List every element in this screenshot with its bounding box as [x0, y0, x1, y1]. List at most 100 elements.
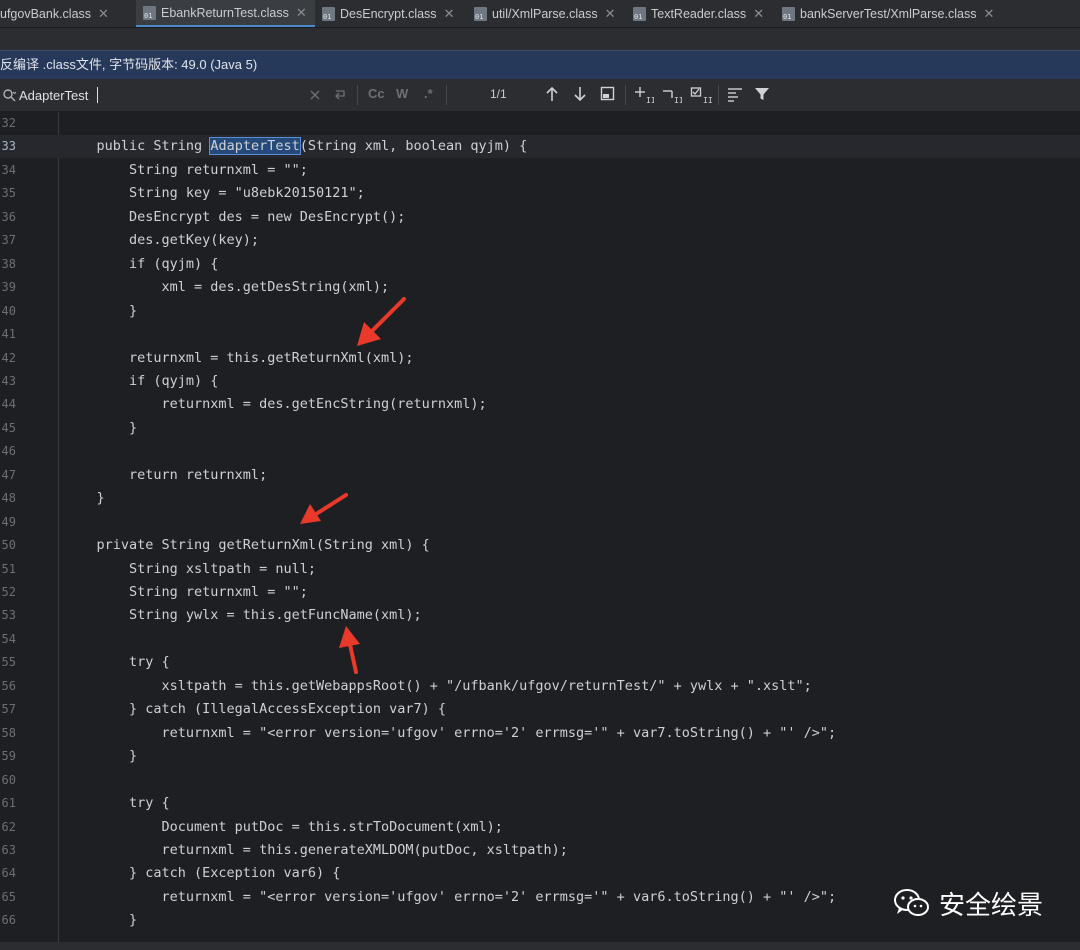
code-line[interactable]: 40 }	[0, 300, 1080, 323]
tab-label: bankServerTest/XmlParse.class	[800, 6, 977, 21]
code-line[interactable]: 52 String returnxml = "";	[0, 581, 1080, 604]
code-editor[interactable]: 32 33 public String AdapterTest(String xm…	[0, 112, 1080, 942]
tab-ebankreturntest[interactable]: 01 EbankReturnTest.class ✕	[136, 0, 315, 27]
tab-textreader[interactable]: 01 TextReader.class ✕	[633, 0, 764, 27]
close-tab-icon[interactable]: ✕	[296, 5, 307, 21]
code-line[interactable]: 32	[0, 112, 1080, 135]
line-number: 40	[1, 303, 16, 318]
next-occurrence-icon[interactable]	[574, 86, 586, 102]
code-text: returnxml = this.generateXMLDOM(putDoc, …	[64, 841, 568, 858]
code-line[interactable]: 37 des.getKey(key);	[0, 229, 1080, 252]
code-text: String returnxml = "";	[64, 161, 308, 178]
code-line[interactable]: 60	[0, 769, 1080, 792]
code-line[interactable]: 38 if (qyjm) {	[0, 253, 1080, 276]
select-all-matches-icon[interactable]: II	[690, 86, 712, 104]
code-text: try {	[64, 795, 170, 812]
code-line[interactable]: 47 return returnxml;	[0, 464, 1080, 487]
code-line[interactable]: 33 public String AdapterTest(String xml,…	[0, 135, 1080, 159]
tab-label: ufgovBank.class	[0, 6, 92, 21]
close-tab-icon[interactable]: ✕	[98, 6, 109, 22]
code-line[interactable]: 64 } catch (Exception var6) {	[0, 862, 1080, 885]
tab-ufgovbank[interactable]: ufgovBank.class ✕	[0, 0, 109, 27]
code-line[interactable]: 35 String key = "u8ebk20150121";	[0, 182, 1080, 205]
toolbar-divider	[446, 85, 447, 105]
code-line[interactable]: 41	[0, 323, 1080, 346]
line-number: 36	[1, 209, 16, 224]
previous-occurrence-icon[interactable]	[546, 86, 558, 102]
line-number: 49	[1, 514, 16, 529]
code-line[interactable]: 44 returnxml = des.getEncString(returnxm…	[0, 393, 1080, 416]
code-line[interactable]: 43 if (qyjm) {	[0, 370, 1080, 393]
line-number: 48	[1, 491, 16, 506]
code-line[interactable]: 56 xsltpath = this.getWebappsRoot() + "/…	[0, 675, 1080, 698]
whole-words-button[interactable]: W	[396, 86, 408, 101]
code-line[interactable]: 61 try {	[0, 792, 1080, 815]
tab-label: EbankReturnTest.class	[161, 5, 289, 20]
code-line[interactable]: 58 returnxml = "<error version='ufgov' e…	[0, 722, 1080, 745]
match-case-button[interactable]: Cc	[368, 86, 385, 101]
line-number: 44	[1, 397, 16, 412]
code-text: String returnxml = "";	[64, 584, 308, 600]
close-tab-icon[interactable]: ✕	[983, 6, 994, 22]
tab-desencrypt[interactable]: 01 DesEncrypt.class ✕	[322, 0, 454, 27]
code-text: }	[64, 490, 105, 507]
line-number: 58	[1, 725, 16, 740]
status-bar-edge	[0, 942, 1080, 950]
tab-bankservertest-xmlparse[interactable]: 01 bankServerTest/XmlParse.class ✕	[782, 0, 994, 27]
code-text: }	[64, 302, 138, 319]
line-number: 51	[1, 561, 16, 576]
line-number: 53	[1, 608, 16, 623]
filter-lines-icon[interactable]	[727, 86, 743, 102]
class-file-icon: 01	[474, 6, 487, 21]
code-line[interactable]: 50 private String getReturnXml(String xm…	[0, 534, 1080, 557]
line-number: 42	[1, 350, 16, 365]
toolbar-divider	[625, 85, 626, 105]
select-all-occurrences-icon[interactable]	[600, 86, 615, 101]
code-line[interactable]: 54	[0, 628, 1080, 651]
code-line[interactable]: 48 }	[0, 487, 1080, 510]
filter-icon[interactable]	[754, 86, 770, 102]
code-line[interactable]: 62 Document putDoc = this.strToDocument(…	[0, 816, 1080, 839]
editor-tab-bar: ufgovBank.class ✕ 01 EbankReturnTest.cla…	[0, 0, 1080, 28]
code-segment: public String	[64, 138, 211, 155]
code-line[interactable]: 59 }	[0, 745, 1080, 768]
close-tab-icon[interactable]: ✕	[444, 6, 455, 22]
line-number: 34	[1, 162, 16, 177]
code-line[interactable]: 51 String xsltpath = null;	[0, 558, 1080, 581]
code-text: String key = "u8ebk20150121";	[64, 185, 365, 202]
search-icon[interactable]	[2, 88, 16, 102]
class-file-icon: 01	[633, 6, 646, 21]
search-match-highlight: AdapterTest	[209, 137, 301, 156]
class-file-icon: 01	[782, 6, 795, 21]
line-number: 55	[1, 655, 16, 670]
line-number: 37	[1, 233, 16, 248]
code-line[interactable]: 36 DesEncrypt des = new DesEncrypt();	[0, 206, 1080, 229]
code-text: if (qyjm) {	[64, 372, 219, 389]
code-line[interactable]: 55 try {	[0, 651, 1080, 674]
code-line[interactable]: 34 String returnxml = "";	[0, 159, 1080, 182]
code-line[interactable]: 63 returnxml = this.generateXMLDOM(putDo…	[0, 839, 1080, 862]
close-tab-icon[interactable]: ✕	[753, 6, 764, 22]
code-line[interactable]: 39 xml = des.getDesString(xml);	[0, 276, 1080, 299]
code-line[interactable]: 46	[0, 440, 1080, 463]
tab-util-xmlparse[interactable]: 01 util/XmlParse.class ✕	[474, 0, 616, 27]
svg-text:II: II	[674, 96, 682, 104]
search-input[interactable]	[19, 86, 309, 104]
clear-search-icon[interactable]	[310, 90, 320, 100]
regex-button[interactable]: .*	[424, 86, 433, 101]
code-line[interactable]: 45 }	[0, 417, 1080, 440]
add-occurrence-icon[interactable]: II	[634, 86, 654, 104]
close-tab-icon[interactable]: ✕	[605, 6, 616, 22]
code-text: xml = des.getDesString(xml);	[64, 279, 390, 296]
code-line[interactable]: 49	[0, 511, 1080, 534]
line-number: 50	[1, 538, 16, 553]
code-line[interactable]: 57 } catch (IllegalAccessException var7)…	[0, 698, 1080, 721]
search-history-icon[interactable]	[333, 88, 347, 102]
code-text: }	[64, 748, 138, 765]
code-text: des.getKey(key);	[64, 232, 260, 249]
code-line[interactable]: 42 returnxml = this.getReturnXml(xml);	[0, 347, 1080, 370]
line-number: 38	[1, 256, 16, 271]
decompiled-notice-banner: 反编译 .class文件, 字节码版本: 49.0 (Java 5)	[0, 50, 1080, 79]
remove-occurrence-icon[interactable]: II	[662, 86, 682, 104]
code-line[interactable]: 53 String ywlx = this.getFuncName(xml);	[0, 604, 1080, 627]
